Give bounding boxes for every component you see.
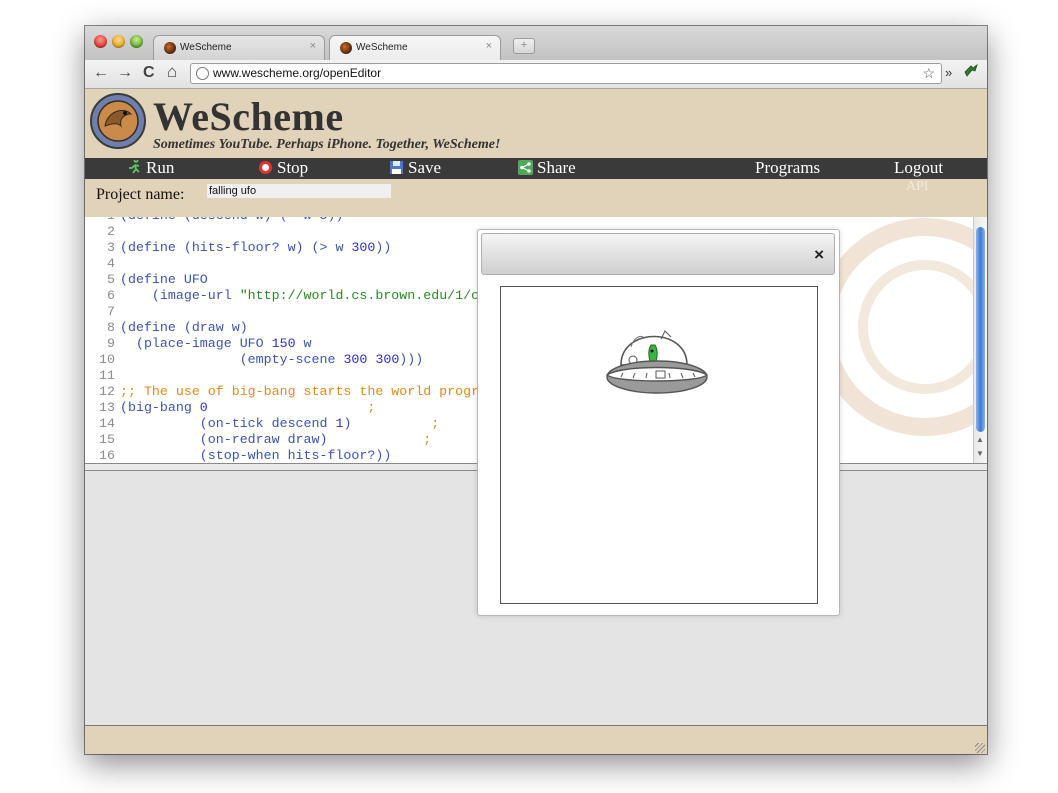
line-number: 1 <box>85 217 120 224</box>
code-line: 8 (define (draw w) <box>85 320 248 335</box>
line-number: 5 <box>107 272 115 287</box>
code-line: 12;; The use of big-bang starts the worl… <box>85 384 503 399</box>
new-tab-button[interactable]: + <box>513 38 535 54</box>
code-line: 14 (on-tick descend 1) ; <box>85 416 439 431</box>
address-bar[interactable]: www.wescheme.org/openEditor ☆ <box>190 63 942 84</box>
line-number: 10 <box>99 352 115 367</box>
close-window-button[interactable] <box>94 35 107 48</box>
line-number: 7 <box>107 304 115 319</box>
code-line: 3 (define (hits-floor? w) (> w 300)) <box>85 240 391 255</box>
logout-link[interactable]: Logout <box>894 158 943 179</box>
scrollbar-thumb[interactable] <box>976 227 985 432</box>
stop-button[interactable]: Stop <box>258 158 308 179</box>
forward-button[interactable]: → <box>117 64 133 82</box>
world-dialog: × <box>477 229 840 616</box>
line-number: 8 <box>107 320 115 335</box>
tab-title: WeScheme <box>356 42 408 53</box>
scroll-down-arrow-icon[interactable]: ▼ <box>976 449 984 458</box>
bookmark-star-icon[interactable]: ☆ <box>922 64 935 83</box>
tab-close-icon[interactable]: × <box>486 40 492 52</box>
tab-title: WeScheme <box>180 42 232 53</box>
more-extensions-button[interactable]: » <box>945 65 952 80</box>
line-number: 6 <box>107 288 115 303</box>
scroll-up-arrow-icon[interactable]: ▲ <box>976 435 984 444</box>
code-line: 1(define (descend w) (- w 5)) <box>85 217 343 223</box>
wescheme-page: WeScheme Sometimes YouTube. Perhaps iPho… <box>85 89 987 754</box>
running-man-icon <box>129 160 140 174</box>
code-line: 10 (empty-scene 300 300))) <box>85 352 423 367</box>
code-line: 15 (on-redraw draw) ; <box>85 432 431 447</box>
line-number: 4 <box>107 256 115 271</box>
project-name-input[interactable] <box>207 184 391 198</box>
dialog-titlebar[interactable]: × <box>481 233 835 275</box>
share-label: Share <box>537 158 576 177</box>
save-label: Save <box>408 158 442 177</box>
line-number: 14 <box>99 416 115 431</box>
code-line: 13 (big-bang 0 ; <box>85 400 375 415</box>
run-button[interactable]: Run <box>127 158 174 179</box>
project-name-label: Project name: <box>96 186 185 203</box>
line-number: 11 <box>99 368 115 383</box>
project-bar: Project name: API <box>85 179 987 217</box>
wescheme-favicon-icon <box>164 42 176 54</box>
minimize-window-button[interactable] <box>112 35 125 48</box>
menu-bar: Run Stop Save Share Programs Logout <box>85 158 987 179</box>
programs-link[interactable]: Programs <box>755 158 820 179</box>
code-line: 5 (define UFO <box>85 272 208 287</box>
stop-icon <box>259 161 272 174</box>
ufo-icon <box>605 330 709 394</box>
run-label: Run <box>146 158 175 177</box>
code-line: 16 (stop-when hits-floor?)) <box>85 448 391 463</box>
line-number: 15 <box>99 432 115 447</box>
code-line: 11 <box>85 368 120 383</box>
wescheme-header: WeScheme Sometimes YouTube. Perhaps iPho… <box>85 89 987 158</box>
browser-window: WeScheme × WeScheme × + ← → C ⌂ www.wesc… <box>85 26 987 754</box>
status-bar <box>85 725 987 754</box>
globe-icon <box>196 67 209 80</box>
share-button[interactable]: Share <box>518 158 576 179</box>
share-icon <box>518 160 533 175</box>
url-text: www.wescheme.org/openEditor <box>213 66 382 80</box>
code-line: 7 <box>85 304 120 319</box>
reload-button[interactable]: C <box>143 64 155 82</box>
line-number: 16 <box>99 448 115 463</box>
browser-tab-active[interactable]: WeScheme × <box>329 35 501 61</box>
api-link[interactable]: API <box>906 179 929 195</box>
wescheme-favicon-icon <box>340 42 352 54</box>
back-button[interactable]: ← <box>93 64 109 82</box>
extension-icon[interactable] <box>963 63 979 82</box>
code-line: 9 (place-image UFO 150 w <box>85 336 312 351</box>
line-number: 9 <box>107 336 115 351</box>
code-line: 2 <box>85 224 120 239</box>
floppy-disk-icon <box>390 161 403 174</box>
stop-label: Stop <box>277 158 309 177</box>
zoom-window-button[interactable] <box>130 35 143 48</box>
browser-toolbar: ← → C ⌂ www.wescheme.org/openEditor ☆ » <box>85 60 987 89</box>
world-canvas <box>500 286 818 604</box>
brand-tagline: Sometimes YouTube. Perhaps iPhone. Toget… <box>153 137 501 152</box>
tab-strip: WeScheme × WeScheme × + <box>85 26 987 61</box>
save-button[interactable]: Save <box>389 158 441 179</box>
wescheme-logo-icon <box>90 93 146 149</box>
code-line: 4 <box>85 256 120 271</box>
home-button[interactable]: ⌂ <box>167 62 177 82</box>
line-number: 3 <box>107 240 115 255</box>
line-number: 2 <box>107 224 115 239</box>
resize-grip-icon[interactable] <box>975 743 985 753</box>
line-number: 12 <box>99 384 115 399</box>
line-number: 13 <box>99 400 115 415</box>
editor-scrollbar[interactable]: ▲ ▼ <box>973 217 987 463</box>
browser-tab[interactable]: WeScheme × <box>153 35 325 61</box>
tab-close-icon[interactable]: × <box>310 40 316 52</box>
brand-title: WeScheme <box>153 94 344 139</box>
close-icon[interactable]: × <box>814 245 824 265</box>
